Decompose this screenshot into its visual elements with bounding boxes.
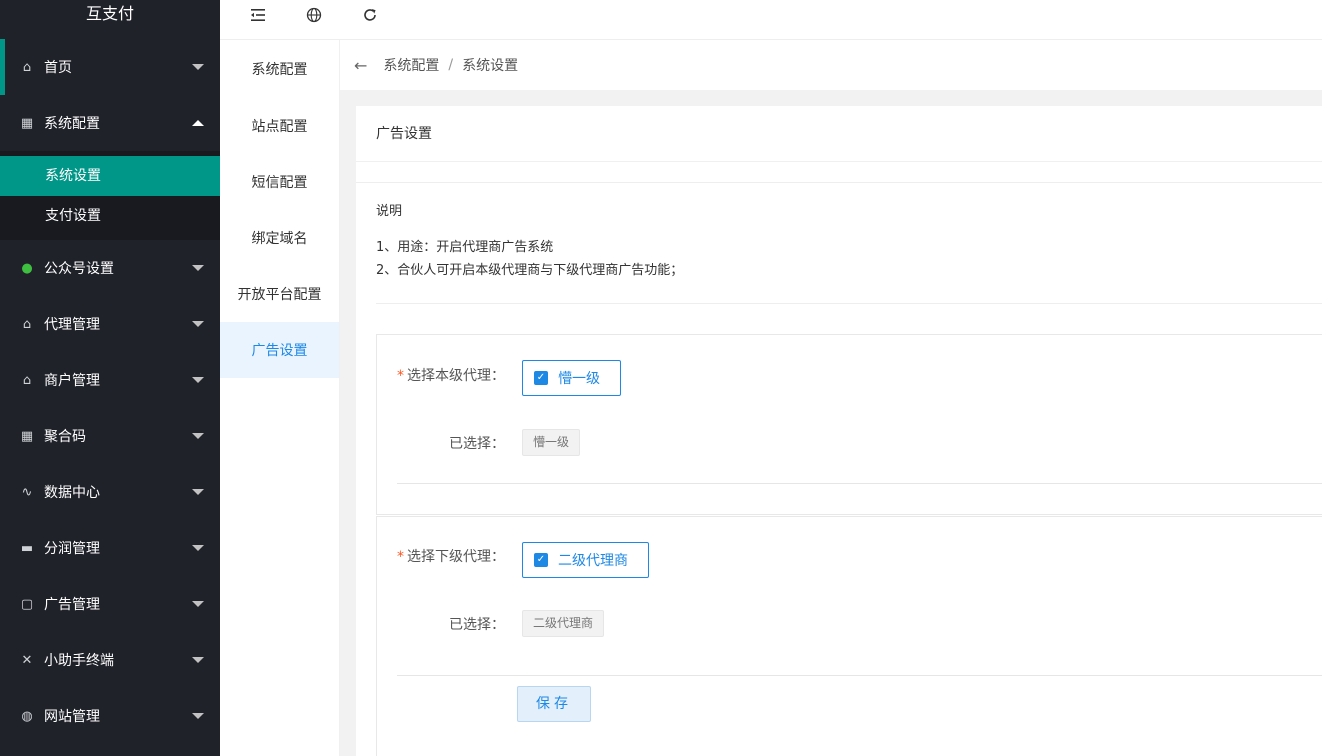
sidebar-item-ad-management[interactable]: ▢ 广告管理 (0, 576, 220, 632)
note-line: 2、合伙人可开启本级代理商与下级代理商广告功能； (376, 263, 684, 278)
divider (356, 182, 1322, 183)
subnav-item-site-config[interactable]: 站点配置 (220, 98, 339, 154)
required-mark: * (397, 368, 404, 384)
globe-icon: ◍ (21, 708, 33, 724)
settings-icon: ▦ (20, 428, 34, 444)
required-mark: * (397, 549, 404, 565)
breadcrumb-item[interactable]: 系统配置 (383, 55, 439, 75)
sub-agent-checkbox[interactable]: ✓ 二级代理商 (522, 542, 649, 578)
clipboard-icon: ▢ (20, 596, 34, 612)
selected-label: 已选择： (449, 436, 505, 452)
sidebar-item-wechat[interactable]: ● 公众号设置 (0, 240, 220, 296)
sidebar-item-merchant[interactable]: ⌂ 商户管理 (0, 352, 220, 408)
chart-line-icon: ∿ (21, 484, 33, 500)
selected-chip: 二级代理商 (522, 610, 605, 637)
monitor-icon: ▬ (20, 540, 34, 556)
back-arrow-icon[interactable]: ← (354, 56, 367, 75)
sidebar-menu: ⌂ 首页 ▦ 系统配置 系统设置 支付设置 ● 公众号设置 ⌂ 代理管理 ⌂ 商… (0, 39, 220, 744)
menu-collapse-icon[interactable] (246, 4, 270, 26)
top-bar (220, 0, 1322, 40)
current-level-agent-section: * 选择本级代理： ✓ 懵一级 已选择： 懵一级 (376, 334, 1322, 515)
chevron-down-icon (192, 657, 204, 663)
note-line: 1、用途：开启代理商广告系统 (376, 240, 554, 255)
sidebar-subitem-system-settings[interactable]: 系统设置 (0, 156, 220, 196)
chevron-down-icon (192, 713, 204, 719)
check-icon: ✓ (534, 371, 548, 385)
subnav-item-open-platform[interactable]: 开放平台配置 (220, 266, 339, 322)
chevron-down-icon (192, 545, 204, 551)
sidebar-item-aggregate-code[interactable]: ▦ 聚合码 (0, 408, 220, 464)
tools-icon: ✕ (21, 652, 33, 668)
breadcrumb-item-current: 系统设置 (462, 58, 519, 74)
home-icon: ⌂ (22, 372, 32, 388)
breadcrumb: ← 系统配置 / 系统设置 (340, 40, 1322, 90)
sidebar: 互支付 ⌂ 首页 ▦ 系统配置 系统设置 支付设置 ● 公众号设置 ⌂ 代理管理 (0, 0, 220, 756)
current-agent-checkbox[interactable]: ✓ 懵一级 (522, 360, 621, 396)
subnav-item-bind-domain[interactable]: 绑定域名 (220, 210, 339, 266)
chevron-down-icon (192, 265, 204, 271)
sidebar-subitem-payment-settings[interactable]: 支付设置 (0, 196, 220, 236)
chevron-up-icon (192, 120, 204, 126)
subnav-item-system-config[interactable]: 系统配置 (220, 40, 339, 98)
app-logo[interactable]: 互支付 (0, 0, 220, 28)
current-agent-label: * 选择本级代理： (397, 368, 505, 384)
chevron-down-icon (192, 601, 204, 607)
card-title: 广告设置 (356, 106, 1322, 162)
main-content: ← 系统配置 / 系统设置 广告设置 说明 1、用途：开启代理商广告系统 2、合… (340, 40, 1322, 756)
note-title: 说明 (376, 204, 403, 219)
divider (376, 303, 1322, 304)
sidebar-item-home[interactable]: ⌂ 首页 (0, 39, 220, 95)
divider (397, 675, 1322, 676)
home-icon: ⌂ (22, 59, 32, 75)
settings-icon: ▦ (20, 115, 34, 131)
subnav-item-ad-settings[interactable]: 广告设置 (220, 322, 339, 378)
home-icon: ⌂ (22, 316, 32, 332)
globe-icon[interactable] (302, 4, 326, 26)
subnav-item-sms-config[interactable]: 短信配置 (220, 154, 339, 210)
chevron-down-icon (192, 377, 204, 383)
save-button[interactable]: 保存 (517, 686, 591, 722)
sidebar-item-profit-share[interactable]: ▬ 分润管理 (0, 520, 220, 576)
breadcrumb-separator: / (448, 57, 454, 73)
sidebar-item-assistant-terminal[interactable]: ✕ 小助手终端 (0, 632, 220, 688)
sub-agent-label: * 选择下级代理： (397, 549, 505, 565)
selected-chip: 懵一级 (522, 429, 581, 456)
secondary-nav: 系统配置 站点配置 短信配置 绑定域名 开放平台配置 广告设置 (220, 40, 340, 756)
ad-settings-card: 广告设置 说明 1、用途：开启代理商广告系统 2、合伙人可开启本级代理商与下级代… (356, 106, 1322, 756)
sidebar-submenu: 系统设置 支付设置 (0, 151, 220, 240)
chevron-down-icon (192, 489, 204, 495)
checkbox-label: 懵一级 (558, 371, 600, 387)
chevron-down-icon (192, 433, 204, 439)
check-icon: ✓ (534, 553, 548, 567)
divider (397, 483, 1322, 484)
sidebar-item-website[interactable]: ◍ 网站管理 (0, 688, 220, 744)
chevron-down-icon (192, 321, 204, 327)
selected-label: 已选择： (449, 617, 505, 633)
wechat-icon: ● (21, 260, 33, 276)
sidebar-item-agent[interactable]: ⌂ 代理管理 (0, 296, 220, 352)
sidebar-item-system-config[interactable]: ▦ 系统配置 (0, 95, 220, 151)
checkbox-label: 二级代理商 (558, 553, 628, 569)
sidebar-item-data-center[interactable]: ∿ 数据中心 (0, 464, 220, 520)
refresh-icon[interactable] (358, 4, 382, 26)
chevron-down-icon (192, 64, 204, 70)
sub-level-agent-section: * 选择下级代理： ✓ 二级代理商 已选择： 二级代理商 保存 (376, 516, 1322, 756)
